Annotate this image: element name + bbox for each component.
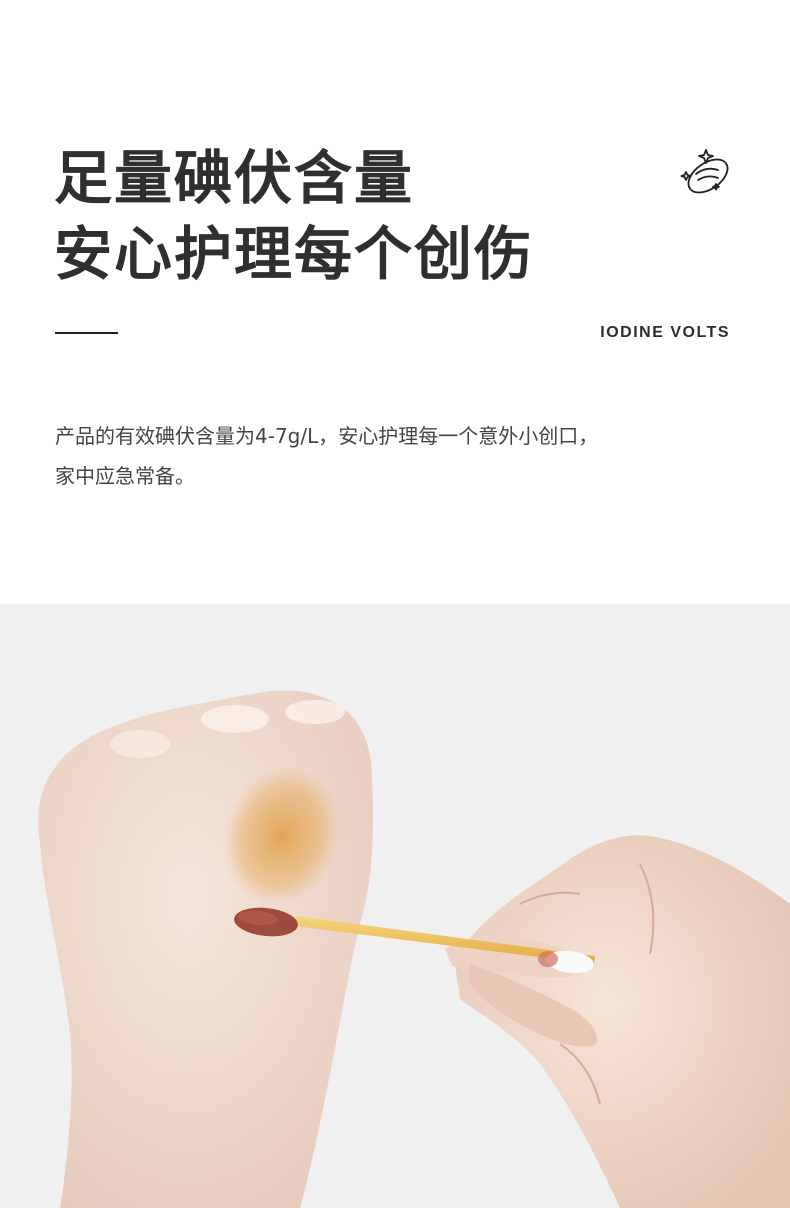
hand-swab-illustration <box>38 690 790 1208</box>
product-photo <box>0 604 790 1208</box>
brand-label: IODINE VOLTS <box>600 324 730 341</box>
headline: 足量碘伏含量 安心护理每个创伤 <box>54 140 534 292</box>
right-hand <box>455 835 790 1208</box>
product-description: 产品的有效碘伏含量为4-7g/L，安心护理每一个意外小创口， 家中应急常备。 <box>55 416 745 496</box>
description-line-1: 产品的有效碘伏含量为4-7g/L，安心护理每一个意外小创口， <box>55 424 599 448</box>
knuckle <box>201 705 269 733</box>
left-hand <box>38 690 374 1208</box>
sparkle-planet-icon <box>680 149 729 194</box>
divider-line <box>55 332 118 334</box>
headline-line-2: 安心护理每个创伤 <box>54 220 535 288</box>
headline-line-1: 足量碘伏含量 <box>54 144 415 212</box>
description-line-2: 家中应急常备。 <box>55 464 195 488</box>
knuckle <box>285 700 345 724</box>
knuckle <box>110 730 170 758</box>
